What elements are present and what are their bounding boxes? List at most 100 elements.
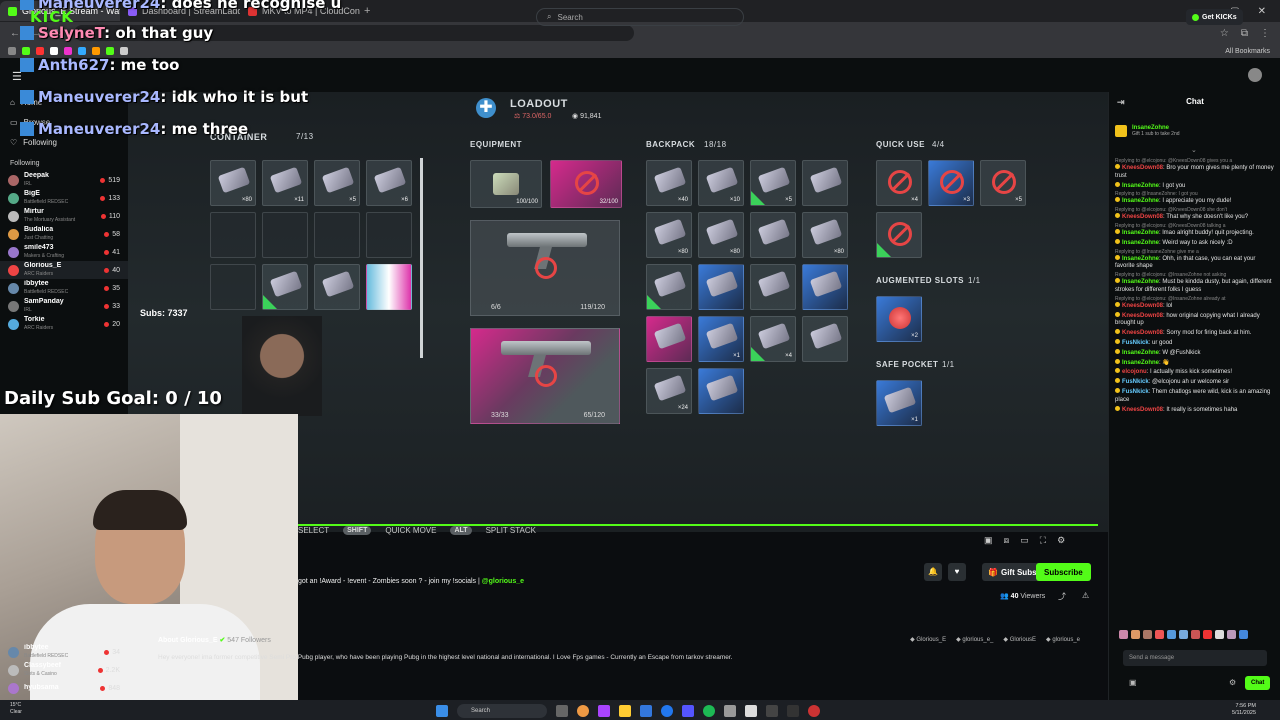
app-icon[interactable] <box>598 705 610 717</box>
chat-username[interactable]: elcojonu <box>1122 369 1147 375</box>
gift-subs-button[interactable]: 🎁 Gift Subs <box>982 563 1043 581</box>
bookmark-icon[interactable] <box>22 47 30 55</box>
container-slot[interactable]: ×80 <box>210 160 256 206</box>
collapse-chat-icon[interactable]: ⇥ <box>1117 92 1125 112</box>
container-slot[interactable]: ×6 <box>366 160 412 206</box>
quick-use-slot[interactable]: ×4 <box>876 160 922 206</box>
shield-slot[interactable]: 100/100 <box>470 160 542 208</box>
social-link[interactable]: ◆ glorious_e_ <box>956 636 993 643</box>
chat-username[interactable]: InsaneZohne <box>1122 360 1159 366</box>
taskbar-search[interactable]: Search <box>457 704 547 718</box>
backpack-slot[interactable] <box>750 212 796 258</box>
sidebar-channel[interactable]: hyubsama 848 <box>0 679 128 697</box>
backpack-slot[interactable] <box>698 264 744 310</box>
discord-icon[interactable] <box>682 705 694 717</box>
chat-input[interactable]: Send a message <box>1123 650 1267 666</box>
emote-icon[interactable] <box>1155 630 1164 639</box>
backpack-slot[interactable]: ×4 <box>750 316 796 362</box>
social-link[interactable]: ◆ Glorious_E <box>910 636 946 643</box>
backpack-slot[interactable] <box>802 264 848 310</box>
weather-widget[interactable]: 15°C Clear <box>10 702 22 716</box>
sidebar-channel[interactable]: Classybeef Slots & Casino 2.2K <box>0 661 128 679</box>
stream-title-tag[interactable]: @glorious_e <box>482 578 524 585</box>
chat-username[interactable]: KneesDown08 <box>1122 214 1163 220</box>
backpack-slot[interactable] <box>646 316 692 362</box>
quick-use-slot[interactable]: ×5 <box>980 160 1026 206</box>
chat-username[interactable]: InsaneZohne <box>1122 240 1159 246</box>
chat-username[interactable]: FusNkick <box>1122 340 1149 346</box>
sidebar-channel[interactable]: BigE Battlefield REDSEC 133 <box>0 189 128 207</box>
augment-slot[interactable]: 32/100 <box>550 160 622 208</box>
container-slot[interactable]: ×11 <box>262 160 308 206</box>
steam-icon[interactable] <box>787 705 799 717</box>
sidebar-channel[interactable]: ibbytee Battlefield REDSEC 35 <box>0 279 128 297</box>
close-icon[interactable]: ✕ <box>1258 6 1266 17</box>
quick-use-slot[interactable] <box>876 212 922 258</box>
emote-icon[interactable] <box>1215 630 1224 639</box>
clip-icon[interactable]: ⧈ <box>1004 535 1010 546</box>
spotify-icon[interactable] <box>703 705 715 717</box>
backpack-slot[interactable] <box>802 316 848 362</box>
emote-icon[interactable] <box>1167 630 1176 639</box>
windows-start-icon[interactable] <box>436 705 448 717</box>
search-input[interactable]: ⌕ Search <box>536 8 744 26</box>
container-slot[interactable] <box>262 264 308 310</box>
chat-username[interactable]: FusNkick <box>1122 389 1149 395</box>
safe-pocket-slot[interactable]: ×1 <box>876 380 922 426</box>
emote-icon[interactable] <box>1179 630 1188 639</box>
social-link[interactable]: ◆ glorious_e <box>1046 636 1080 643</box>
chat-username[interactable]: KneesDown08 <box>1122 330 1163 336</box>
chat-username[interactable]: InsaneZohne <box>1122 230 1159 236</box>
container-slot-empty[interactable] <box>210 264 256 310</box>
backpack-slot[interactable]: ×1 <box>698 316 744 362</box>
all-bookmarks[interactable]: All Bookmarks <box>1225 48 1280 55</box>
emote-icon[interactable] <box>1143 630 1152 639</box>
chat-username[interactable]: KneesDown08 <box>1122 313 1163 319</box>
augmented-slot[interactable]: ×2 <box>876 296 922 342</box>
container-slot-empty[interactable] <box>262 212 308 258</box>
settings-icon[interactable]: ⚙ <box>1057 535 1065 546</box>
subscribe-button[interactable]: Subscribe <box>1036 563 1091 581</box>
container-slot[interactable] <box>366 264 412 310</box>
chat-send-button[interactable]: Chat <box>1245 676 1271 690</box>
chat-settings-icon[interactable]: ⚙ <box>1229 678 1236 687</box>
heart-follow-icon[interactable]: ♥ <box>948 563 966 581</box>
share-icon[interactable]: ⤴ <box>1058 591 1066 602</box>
chat-username[interactable]: InsaneZohne <box>1122 183 1159 189</box>
app-icon[interactable] <box>808 705 820 717</box>
edge-icon[interactable] <box>661 705 673 717</box>
social-link[interactable]: ◆ GloriousE <box>1003 636 1036 643</box>
new-tab-button[interactable]: + <box>360 5 370 17</box>
backpack-slot[interactable] <box>750 264 796 310</box>
emote-icon[interactable] <box>1191 630 1200 639</box>
sidebar-channel[interactable]: smile473 Makers & Crafting 41 <box>0 243 128 261</box>
chat-username[interactable]: FusNkick <box>1122 379 1149 385</box>
chevron-down-icon[interactable]: ⌄ <box>1191 146 1197 154</box>
sidebar-channel[interactable]: SamPanday IRL 33 <box>0 297 128 315</box>
backpack-slot[interactable] <box>802 160 848 206</box>
system-clock[interactable]: 7:56 PM 5/11/2025 <box>1232 703 1256 717</box>
bookmark-icon[interactable] <box>106 47 114 55</box>
back-icon[interactable]: ← <box>10 28 20 39</box>
container-slot-empty[interactable] <box>366 212 412 258</box>
bookmark-icon[interactable] <box>64 47 72 55</box>
avatar[interactable] <box>1248 68 1262 82</box>
container-slot[interactable] <box>314 264 360 310</box>
bookmark-icon[interactable] <box>92 47 100 55</box>
emote-icon[interactable] <box>1131 630 1140 639</box>
sidebar-channel[interactable]: Budalica Just Chatting 58 <box>0 225 128 243</box>
chat-mod-icon[interactable]: ▣ <box>1129 678 1137 687</box>
sidebar-channel[interactable]: Mirtur The Mortuary Assistant 110 <box>0 207 128 225</box>
menu-icon[interactable]: ⋮ <box>1260 28 1270 39</box>
emote-icon[interactable] <box>1119 630 1128 639</box>
emote-icon[interactable] <box>1227 630 1236 639</box>
app-icon[interactable] <box>640 705 652 717</box>
app-icon[interactable] <box>724 705 736 717</box>
chat-username[interactable]: KneesDown08 <box>1122 303 1163 309</box>
backpack-slot[interactable] <box>646 264 692 310</box>
obs-icon[interactable] <box>745 705 757 717</box>
sidebar-channel[interactable]: Deepak IRL 519 <box>0 171 128 189</box>
container-slot[interactable]: ×5 <box>314 160 360 206</box>
backpack-slot[interactable]: ×80 <box>646 212 692 258</box>
backpack-slot[interactable]: ×24 <box>646 368 692 414</box>
